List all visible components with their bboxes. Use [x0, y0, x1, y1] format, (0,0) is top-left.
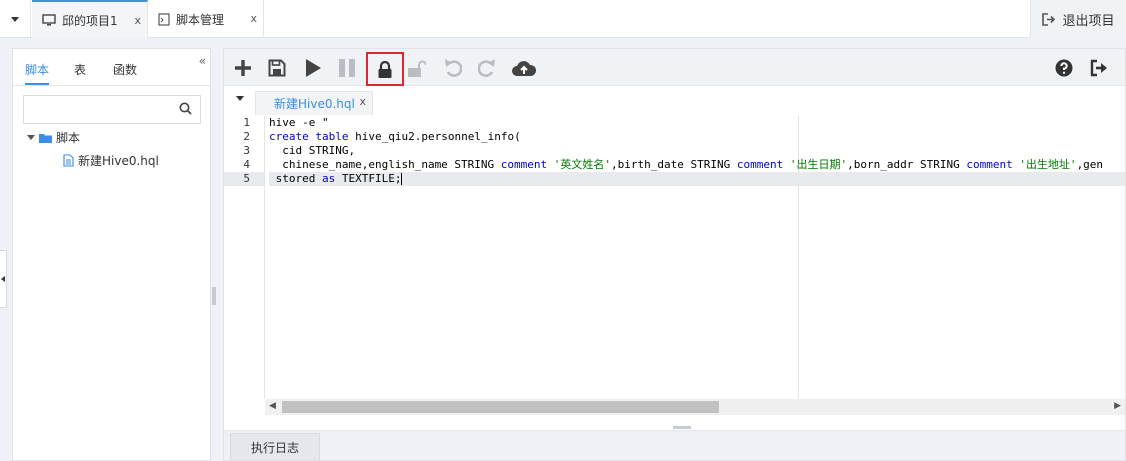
execution-log-label: 执行日志 — [250, 440, 299, 455]
expand-sidebar-handle[interactable] — [0, 250, 7, 308]
upload-cloud-icon[interactable] — [508, 55, 540, 81]
tab-scripts[interactable]: 脚本 — [25, 61, 50, 85]
scrollbar-thumb[interactable] — [282, 401, 719, 413]
scroll-left-arrow-icon[interactable]: ◀ — [269, 401, 276, 411]
line-number: 1 — [243, 116, 250, 129]
editor-tab-hive0[interactable]: 新建Hive0.hql x — [255, 91, 373, 115]
caret-down-icon — [236, 96, 244, 101]
top-tab-bar: 邱的项目1 x 脚本管理 x 退出项目 — [0, 0, 1126, 38]
plus-icon[interactable] — [230, 55, 256, 81]
code-editor[interactable]: 1 2 3 4 5 hive -e " create table hive_qi… — [224, 116, 1125, 399]
left-panel-tabs: 脚本 表 函数 « — [13, 49, 210, 86]
tabs-dropdown-button[interactable] — [0, 0, 31, 38]
save-icon[interactable] — [264, 55, 290, 81]
panel-splitter[interactable] — [212, 287, 216, 305]
caret-down-icon[interactable] — [27, 135, 35, 140]
tree-file-item[interactable]: 新建Hive0.hql — [63, 152, 159, 169]
main-panel: 新建Hive0.hql x 1 2 3 4 5 hive -e " create… — [223, 48, 1126, 461]
tab-execution-log[interactable]: 执行日志 — [230, 433, 320, 460]
tab-tables[interactable]: 表 — [74, 61, 86, 78]
log-resize-handle[interactable] — [673, 426, 691, 429]
scroll-right-arrow-icon[interactable]: ▶ — [1114, 401, 1121, 411]
tab-project-close-button[interactable]: x — [134, 14, 141, 27]
code-line[interactable]: create table hive_qiu2.personnel_info( — [269, 130, 1125, 144]
line-number: 4 — [243, 158, 250, 171]
tree-file-label: 新建Hive0.hql — [78, 154, 159, 168]
monitor-icon — [42, 14, 56, 26]
caret-left-icon — [1, 276, 5, 282]
tab-script-manager-label: 脚本管理 — [176, 12, 225, 27]
line-number: 2 — [243, 130, 250, 143]
tab-project-label: 邱的项目1 — [62, 13, 118, 28]
tab-project[interactable]: 邱的项目1 x — [32, 0, 148, 38]
line-number: 3 — [243, 144, 250, 157]
code-line-current[interactable]: stored as TEXTFILE; — [269, 172, 1125, 186]
play-icon[interactable] — [300, 55, 326, 81]
caret-down-icon — [11, 16, 19, 22]
tree-folder-label: 脚本 — [56, 131, 81, 145]
help-icon[interactable] — [1051, 55, 1077, 81]
exit-icon[interactable] — [1086, 55, 1112, 81]
undo-icon — [440, 55, 466, 81]
exit-project-label: 退出项目 — [1062, 13, 1115, 29]
editor-tabs-dropdown[interactable] — [236, 96, 244, 101]
code-line[interactable]: cid STRING, — [269, 144, 1125, 158]
code-line[interactable]: hive -e " — [269, 116, 1125, 130]
script-search-box — [23, 95, 201, 124]
tab-functions[interactable]: 函数 — [113, 61, 137, 78]
editor-tab-bar: 新建Hive0.hql x — [224, 87, 1125, 115]
redo-icon — [474, 55, 500, 81]
horizontal-scrollbar[interactable]: ◀ ▶ — [265, 399, 1125, 415]
logout-icon — [1042, 12, 1056, 26]
script-file-icon — [158, 12, 170, 26]
editor-tab-label: 新建Hive0.hql — [274, 97, 355, 111]
log-panel: 执行日志 — [224, 430, 1125, 460]
line-number-gutter: 1 2 3 4 5 — [224, 116, 265, 399]
script-search-input[interactable] — [24, 96, 174, 123]
file-icon — [63, 154, 74, 167]
collapse-panel-button[interactable]: « — [199, 54, 206, 68]
code-line[interactable]: chinese_name,english_name STRING comment… — [269, 158, 1125, 172]
tree-folder-scripts[interactable]: 脚本 — [27, 129, 80, 146]
line-number-current: 5 — [224, 172, 264, 186]
tab-script-manager[interactable]: 脚本管理 x — [148, 0, 264, 38]
left-panel: 脚本 表 函数 « 脚本 新建Hive0.hql — [12, 48, 211, 461]
exit-project-button[interactable]: 退出项目 — [1030, 0, 1126, 38]
editor-tab-close-button[interactable]: x — [359, 95, 366, 108]
pause-icon — [334, 55, 360, 81]
search-icon[interactable] — [179, 102, 192, 115]
folder-icon — [39, 133, 52, 143]
tab-script-manager-close-button[interactable]: x — [250, 12, 257, 25]
unlock-icon — [404, 55, 430, 81]
editor-toolbar — [224, 49, 1125, 86]
lock-icon[interactable] — [366, 52, 404, 86]
code-lines[interactable]: hive -e " create table hive_qiu2.personn… — [269, 116, 1125, 399]
